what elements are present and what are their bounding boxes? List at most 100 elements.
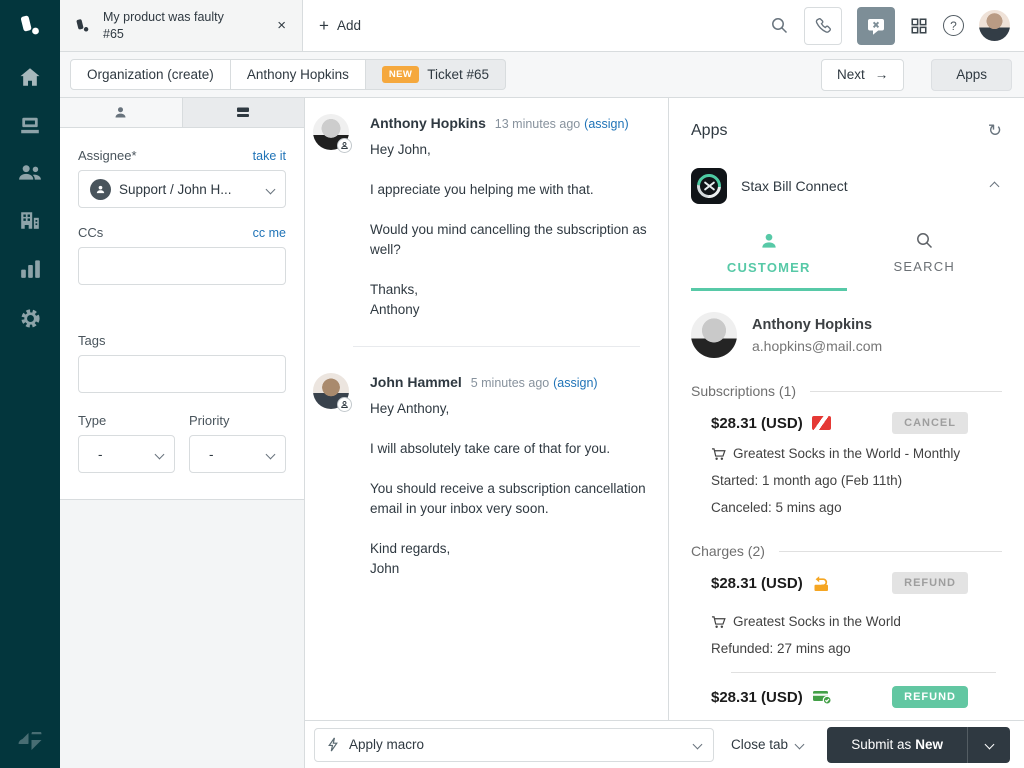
app-name: Stax Bill Connect	[741, 178, 848, 194]
close-tab-select[interactable]: Close tab	[731, 737, 805, 752]
type-select[interactable]: -	[78, 435, 175, 473]
type-label: Type	[78, 413, 107, 428]
assignee-select[interactable]: Support / John H...	[78, 170, 286, 208]
tab-ticket-fields[interactable]	[181, 98, 304, 127]
breadcrumb-organization[interactable]: Organization (create)	[70, 59, 231, 90]
add-tab-button[interactable]: + Add	[319, 0, 361, 51]
message-paragraph: I will absolutely take care of that for …	[370, 441, 611, 456]
message-header: John Hammel 5 minutes ago (assign)	[370, 374, 650, 390]
apps-toggle-button[interactable]: Apps	[931, 58, 1012, 91]
customer-email: a.hopkins@mail.com	[752, 337, 883, 354]
refund-button-disabled[interactable]: REFUND	[892, 572, 968, 594]
tags-input[interactable]	[78, 355, 286, 393]
charges-heading: Charges (2)	[691, 543, 1002, 559]
topbar: My product was faulty #65 × + Add ?	[60, 0, 1024, 52]
customer-person-icon	[762, 233, 776, 248]
customers-icon[interactable]	[18, 164, 42, 181]
submit-button[interactable]: Submit as New	[827, 726, 968, 763]
subscription-item: $28.31 (USD) CANCEL Greatest Socks in th…	[691, 399, 1002, 518]
home-icon[interactable]	[19, 67, 41, 87]
customer-avatar	[691, 312, 737, 358]
macro-lightning-icon	[328, 737, 338, 752]
zendesk-app: My product was faulty #65 × + Add ? Orga…	[0, 0, 1024, 768]
apps-panel-title: Apps	[691, 122, 728, 139]
tab-search[interactable]: SEARCH	[847, 231, 1003, 291]
fields-panel-tabs	[60, 98, 304, 128]
message-author[interactable]: John Hammel	[370, 374, 462, 390]
ticket-fields-panel: Assignee* take it Support / John H... CC…	[60, 98, 305, 768]
fields-card: Assignee* take it Support / John H... CC…	[60, 128, 304, 500]
message-paragraph: Would you mind cancelling the subscripti…	[370, 222, 647, 257]
chat-button[interactable]	[857, 6, 895, 45]
submit-group: Submit as New	[827, 726, 1010, 763]
subscription-amount: $28.31 (USD)	[711, 414, 803, 432]
ccs-input[interactable]	[78, 247, 286, 285]
views-icon[interactable]	[19, 116, 41, 135]
tab-close-icon[interactable]: ×	[271, 15, 292, 36]
charge-refunded: Refunded: 27 mins ago	[711, 641, 851, 656]
take-it-link[interactable]: take it	[253, 149, 286, 163]
topbar-actions: ?	[770, 0, 1024, 51]
assign-link[interactable]: (assign)	[584, 117, 628, 131]
fields-list-icon	[237, 107, 250, 117]
avatar	[313, 373, 352, 412]
ccs-group: CCs cc me	[78, 225, 286, 285]
collapse-app-icon[interactable]	[987, 173, 1002, 199]
status-badge: NEW	[381, 66, 420, 83]
customer-name: Anthony Hopkins	[752, 316, 873, 333]
user-avatar[interactable]	[979, 10, 1010, 41]
chevron-down-icon	[692, 739, 703, 750]
priority-select[interactable]: -	[189, 435, 286, 473]
cancel-button[interactable]: CANCEL	[892, 412, 968, 434]
chevron-down-icon	[794, 739, 805, 750]
breadcrumb-ticket[interactable]: NEW Ticket #65	[365, 59, 507, 90]
help-icon[interactable]: ?	[943, 15, 964, 36]
refresh-icon[interactable]: ↻	[988, 121, 1002, 141]
cc-me-link[interactable]: cc me	[253, 226, 286, 240]
admin-gear-icon[interactable]	[19, 307, 42, 330]
sidebar	[0, 0, 60, 768]
message-author[interactable]: Anthony Hopkins	[370, 115, 486, 131]
subscriptions-heading: Subscriptions (1)	[691, 383, 1002, 399]
avatar	[313, 114, 352, 153]
tab-requester[interactable]	[60, 98, 182, 127]
conversation-pane: Anthony Hopkins 13 minutes ago (assign) …	[305, 98, 669, 720]
message-paragraph: Kind regards, John	[370, 541, 451, 576]
phone-button[interactable]	[804, 6, 842, 45]
ticket-tab-icon	[76, 18, 89, 31]
assignee-avatar	[90, 178, 111, 200]
next-button[interactable]: Next →	[820, 58, 905, 91]
agent-badge-icon	[337, 397, 352, 412]
tags-group: Tags	[78, 333, 286, 393]
header-actions: Next → Apps	[820, 58, 1012, 91]
chevron-down-icon	[265, 184, 276, 194]
charge-product: Greatest Socks in the World	[733, 614, 901, 629]
reporting-icon[interactable]	[20, 259, 41, 278]
search-icon[interactable]	[770, 16, 789, 35]
tab-customer[interactable]: CUSTOMER	[691, 231, 847, 291]
charge-amount: $28.31 (USD)	[711, 574, 803, 592]
charge-amount: $28.31 (USD)	[711, 688, 803, 706]
assign-link[interactable]: (assign)	[553, 376, 597, 390]
organizations-icon[interactable]	[19, 210, 41, 230]
subscription-started: Started: 1 month ago (Feb 11th)	[711, 473, 903, 488]
apply-macro-select[interactable]: Apply macro	[314, 727, 714, 762]
sidebar-nav	[18, 67, 42, 330]
message-paragraph: Hey Anthony,	[370, 401, 450, 416]
footer-bar: Apply macro Close tab Submit as New	[305, 720, 1024, 768]
type-group: Type -	[78, 413, 175, 473]
apps-panel: Apps ↻ Stax Bill Connect CUSTOMER SEARCH	[669, 98, 1024, 720]
paid-card-icon	[812, 689, 832, 705]
app-header[interactable]: Stax Bill Connect	[691, 168, 1002, 204]
apps-grid-icon[interactable]	[910, 17, 928, 35]
breadcrumb-requester[interactable]: Anthony Hopkins	[230, 59, 366, 90]
message-paragraph: I appreciate you helping me with that.	[370, 182, 594, 197]
ticket-tab[interactable]: My product was faulty #65 ×	[60, 0, 303, 51]
message-paragraph: You should receive a subscription cancel…	[370, 481, 646, 516]
message-divider	[353, 346, 640, 347]
message-paragraph: Thanks, Anthony	[370, 282, 420, 317]
refunded-card-icon	[812, 575, 831, 592]
refund-button[interactable]: REFUND	[892, 686, 968, 708]
priority-group: Priority -	[189, 413, 286, 473]
submit-options-caret[interactable]	[968, 726, 1010, 763]
